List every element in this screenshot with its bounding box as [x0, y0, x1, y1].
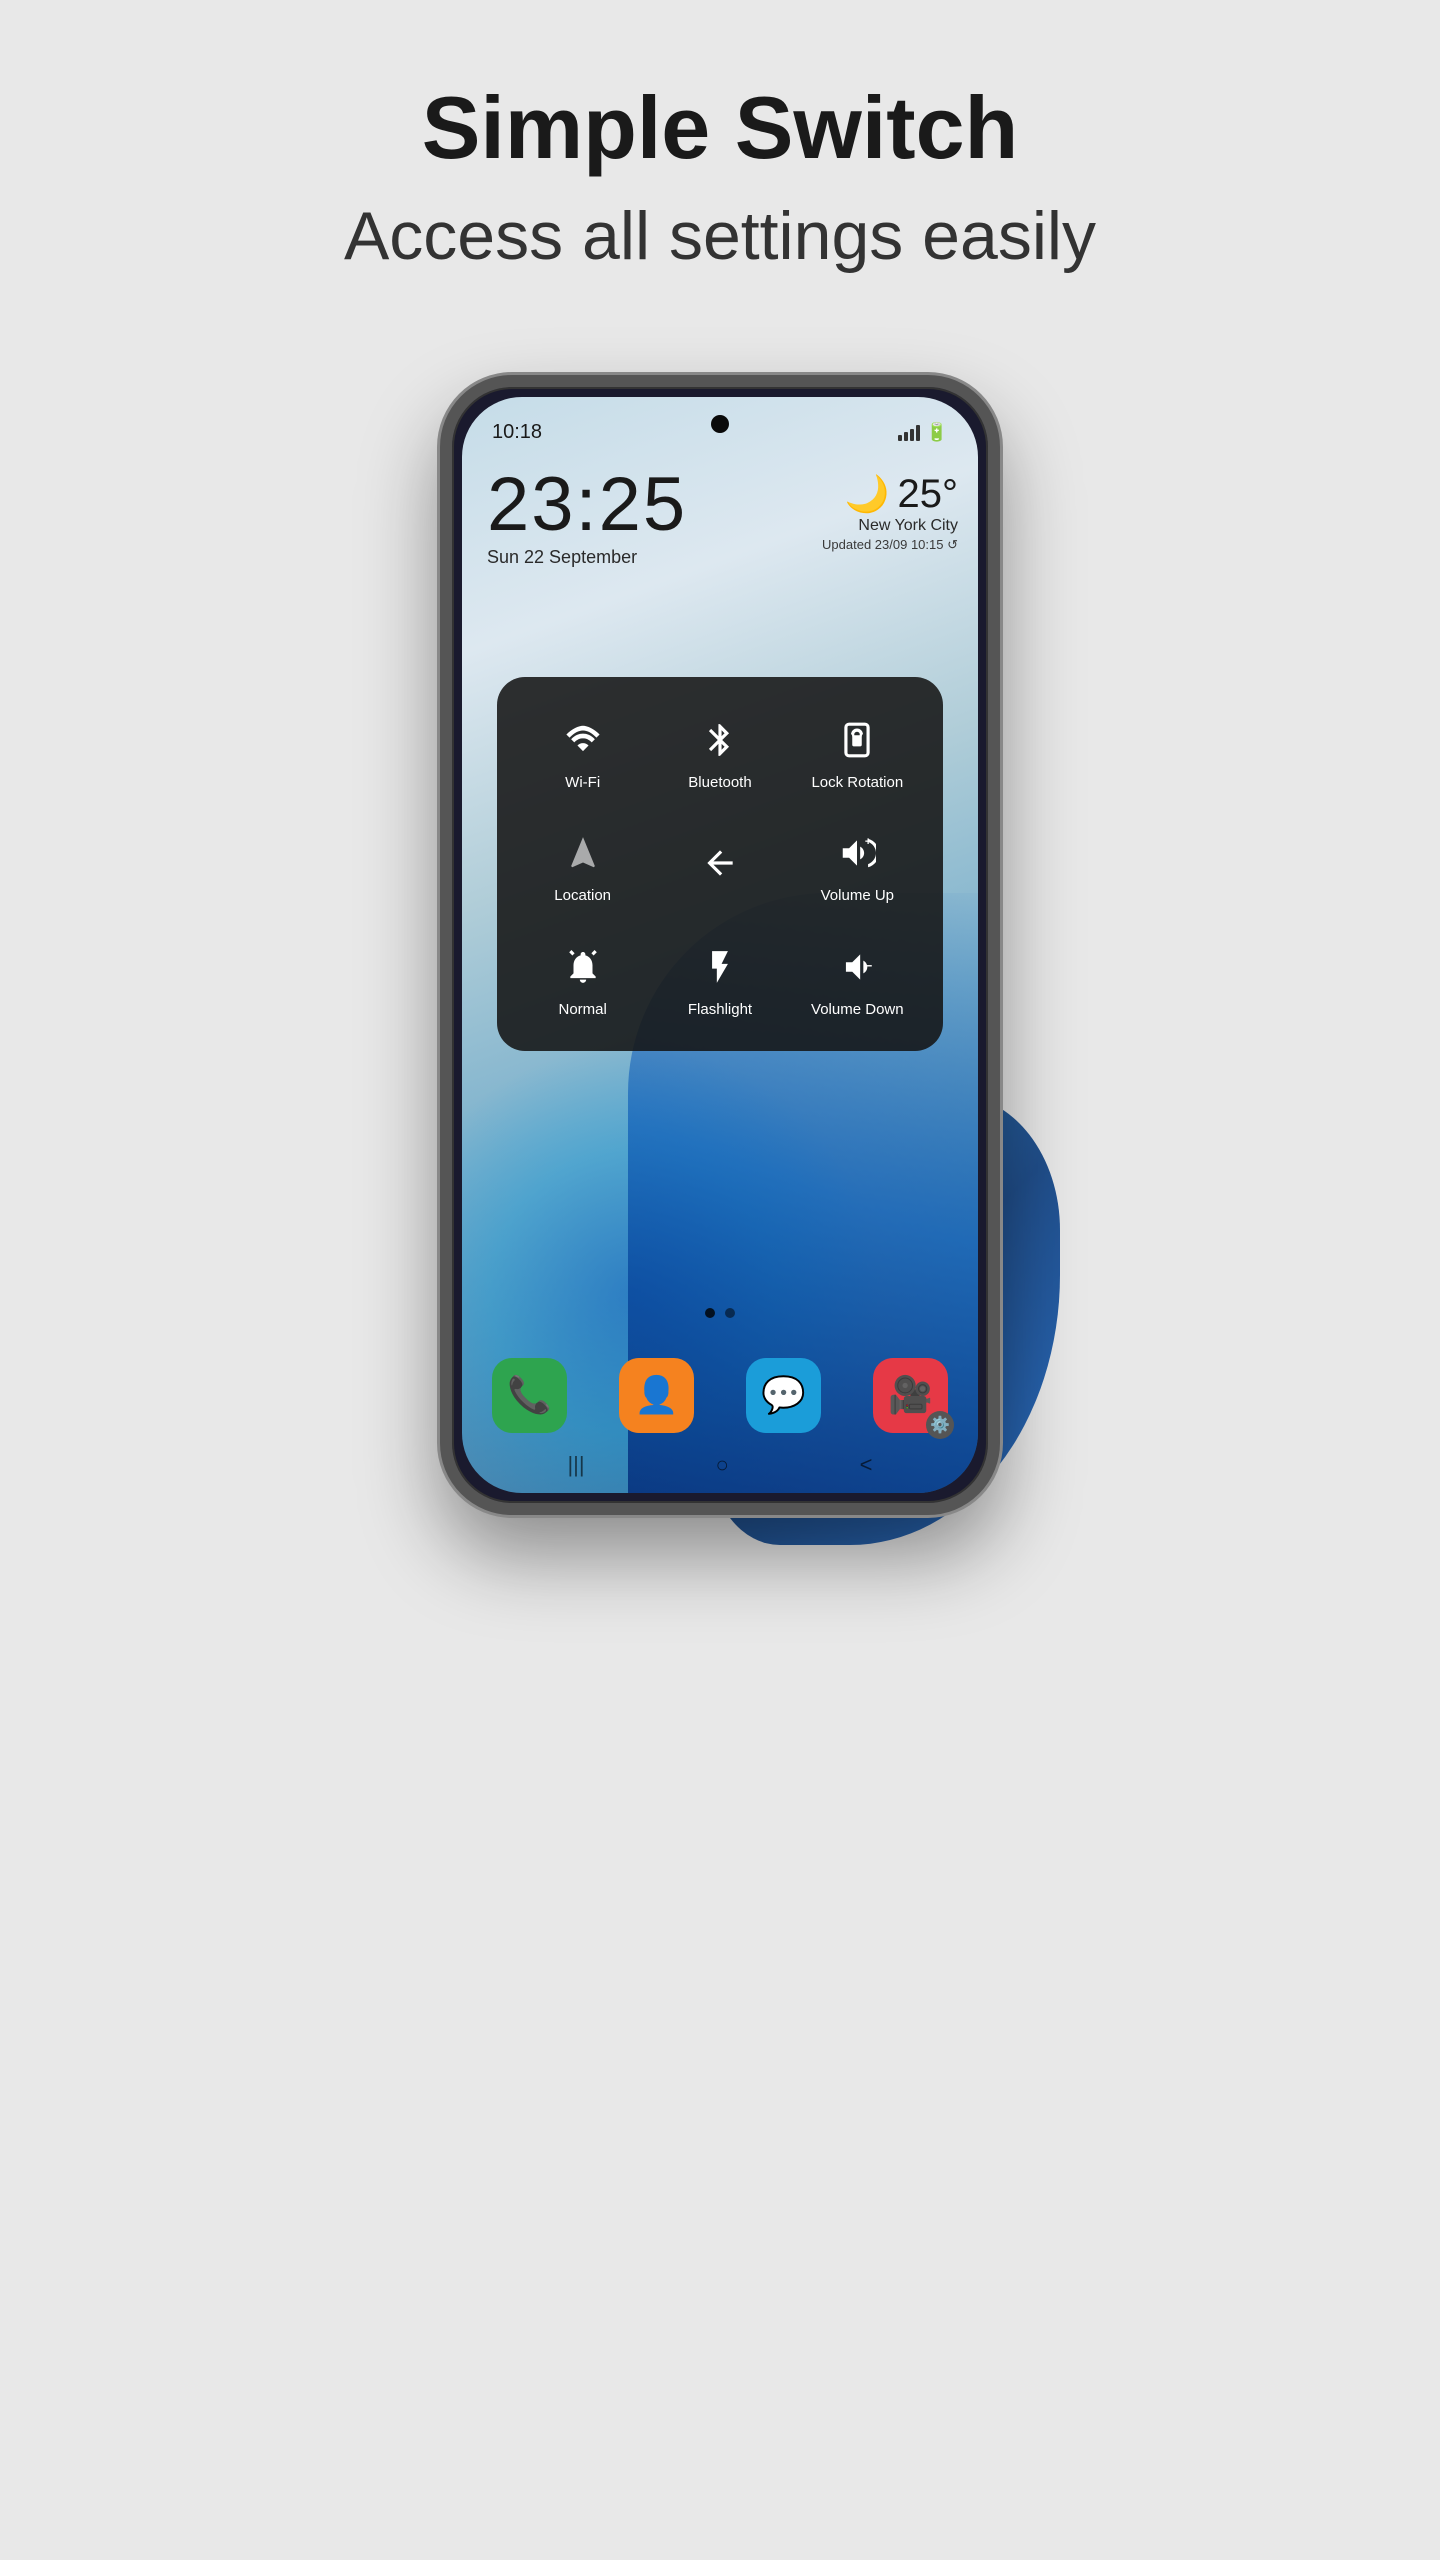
nav-recent[interactable]: |||: [567, 1452, 584, 1478]
clock-time: 23:25: [487, 467, 687, 543]
wifi-label: Wi-Fi: [565, 773, 600, 793]
lock-rotation-label: Lock Rotation: [811, 773, 903, 793]
volume-down-label: Volume Down: [811, 1000, 904, 1020]
control-back[interactable]: [654, 810, 785, 918]
app-phone[interactable]: 📞: [492, 1358, 567, 1433]
normal-label: Normal: [558, 1000, 606, 1020]
app-dock: 📞 👤 💬 🎥 ⚙️: [492, 1358, 948, 1433]
control-lock-rotation[interactable]: Lock Rotation: [792, 697, 923, 805]
status-time: 10:18: [492, 421, 542, 444]
app-settings[interactable]: 🎥 ⚙️: [873, 1358, 948, 1433]
settings-app-icon: 🎥: [888, 1374, 933, 1416]
wifi-icon: [558, 715, 608, 765]
phone-screen: 10:18 🔋 23:25 Sun 22 September: [462, 397, 978, 1493]
bluetooth-icon: [695, 715, 745, 765]
dot-1: [705, 1308, 715, 1318]
bell-icon: [558, 942, 608, 992]
weather-moon-icon: 🌙: [845, 473, 890, 515]
svg-text:+: +: [865, 836, 872, 848]
page-subtitle: Access all settings easily: [344, 197, 1096, 275]
page-title: Simple Switch: [422, 80, 1019, 177]
battery-icon: 🔋: [926, 422, 948, 443]
control-location[interactable]: Location: [517, 810, 648, 918]
phone-app-icon: 📞: [507, 1374, 552, 1416]
control-flashlight[interactable]: Flashlight: [654, 924, 785, 1032]
back-arrow-icon: [695, 838, 745, 888]
lock-rotation-icon: [832, 715, 882, 765]
bluetooth-label: Bluetooth: [688, 773, 751, 793]
clock-date: Sun 22 September: [487, 547, 687, 568]
settings-badge: ⚙️: [926, 1411, 954, 1439]
control-panel: Wi-Fi Bluetooth: [497, 677, 943, 1052]
volume-down-icon: −: [832, 942, 882, 992]
flashlight-icon: [695, 942, 745, 992]
location-icon: [558, 828, 608, 878]
volume-up-icon: +: [832, 828, 882, 878]
flashlight-label: Flashlight: [688, 1000, 752, 1020]
control-wifi[interactable]: Wi-Fi: [517, 697, 648, 805]
control-bluetooth[interactable]: Bluetooth: [654, 697, 785, 805]
control-normal[interactable]: Normal: [517, 924, 648, 1032]
pagination-dots: [705, 1308, 735, 1318]
control-volume-down[interactable]: − Volume Down: [792, 924, 923, 1032]
dot-2: [725, 1308, 735, 1318]
location-label: Location: [554, 886, 611, 906]
clock-widget: 23:25 Sun 22 September: [487, 467, 687, 568]
phone-mockup: 10:18 🔋 23:25 Sun 22 September: [440, 375, 1000, 1515]
svg-text:−: −: [865, 959, 872, 973]
status-icons: 🔋: [898, 422, 948, 443]
nav-back[interactable]: <: [860, 1452, 873, 1478]
app-messages[interactable]: 💬: [746, 1358, 821, 1433]
weather-updated: Updated 23/09 10:15 ↺: [822, 537, 958, 553]
camera-notch: [711, 415, 729, 433]
signal-bars: [898, 425, 920, 441]
weather-city: New York City: [822, 517, 958, 535]
app-contacts[interactable]: 👤: [619, 1358, 694, 1433]
weather-temp: 25°: [898, 472, 959, 517]
nav-home[interactable]: ○: [715, 1452, 728, 1478]
phone-frame: 10:18 🔋 23:25 Sun 22 September: [440, 375, 1000, 1515]
weather-widget: 🌙 25° New York City Updated 23/09 10:15 …: [822, 472, 958, 553]
volume-up-label: Volume Up: [821, 886, 894, 906]
weather-top: 🌙 25°: [822, 472, 958, 517]
control-grid: Wi-Fi Bluetooth: [517, 697, 923, 1032]
messages-app-icon: 💬: [761, 1374, 806, 1416]
control-volume-up[interactable]: + Volume Up: [792, 810, 923, 918]
nav-bar: ||| ○ <: [462, 1452, 978, 1478]
contacts-app-icon: 👤: [634, 1374, 679, 1416]
